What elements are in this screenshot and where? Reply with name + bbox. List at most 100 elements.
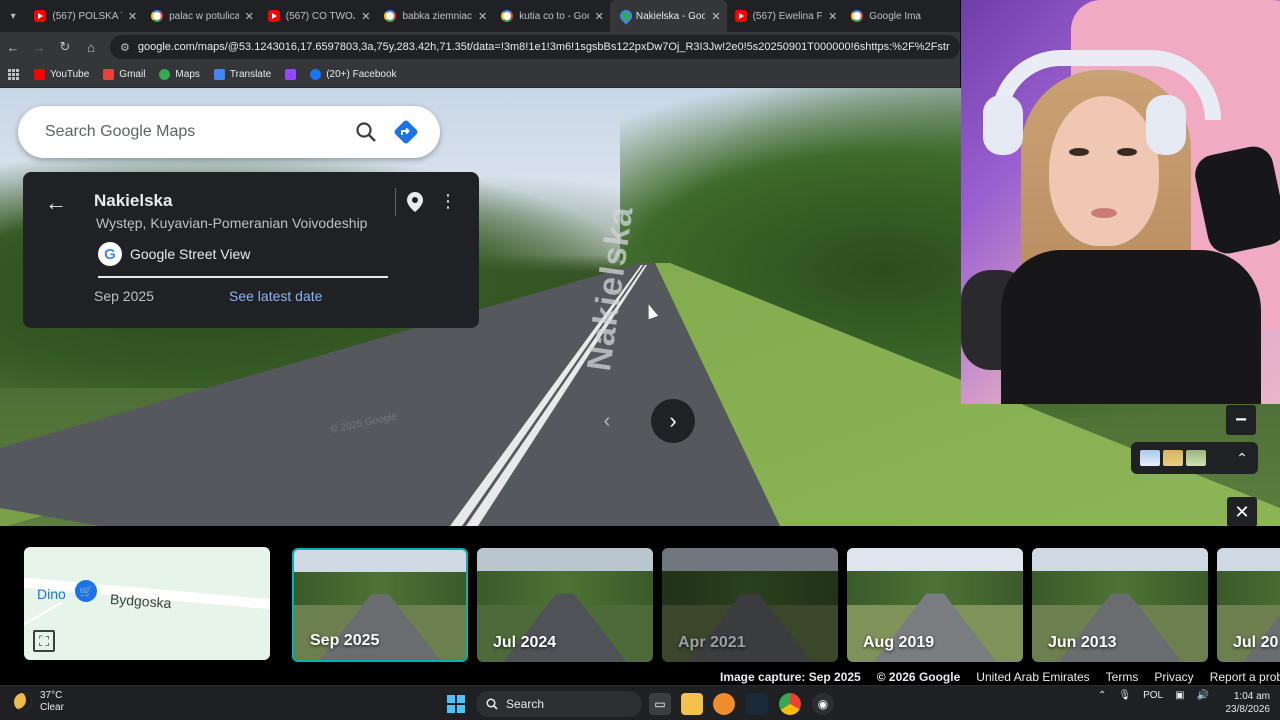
youtube-icon bbox=[34, 10, 47, 22]
forward-arrow-icon[interactable]: → bbox=[26, 32, 52, 62]
weather-condition: Clear bbox=[40, 702, 64, 713]
brave-browser-icon[interactable] bbox=[713, 693, 735, 715]
browser-tab[interactable]: babka ziemniaczana ✕ bbox=[376, 0, 493, 32]
browser-tab[interactable]: (567) POLSKA TO ✕ bbox=[26, 0, 143, 32]
bookmark-youtube[interactable]: YouTube bbox=[34, 69, 89, 80]
task-view-icon[interactable]: ▭ bbox=[649, 693, 671, 715]
maps-search-box[interactable]: Search Google Maps bbox=[18, 106, 440, 158]
obs-icon[interactable]: ◉ bbox=[812, 693, 834, 715]
back-arrow-icon[interactable]: ← bbox=[45, 190, 67, 216]
file-explorer-icon[interactable] bbox=[681, 693, 703, 715]
chrome-icon[interactable] bbox=[779, 693, 801, 715]
weather-text: 37°C Clear bbox=[40, 690, 64, 714]
layer-thumb-satellite[interactable] bbox=[1186, 450, 1206, 466]
tab-label: babka ziemniaczana bbox=[402, 10, 472, 22]
search-icon[interactable] bbox=[346, 112, 386, 152]
twitch-icon bbox=[285, 69, 297, 80]
translate-icon bbox=[213, 69, 225, 80]
shopping-cart-icon[interactable]: 🛒 bbox=[75, 580, 97, 602]
thumb-date: Aug 2019 bbox=[863, 634, 935, 651]
close-icon[interactable]: ✕ bbox=[1227, 497, 1257, 527]
reload-icon[interactable]: ↻ bbox=[52, 32, 78, 62]
timeline-thumb[interactable]: Apr 2021 bbox=[662, 548, 838, 662]
poi-label[interactable]: Dino bbox=[37, 586, 66, 602]
close-icon[interactable]: ✕ bbox=[828, 10, 837, 23]
browser-tab[interactable]: (567) Ewelina Flin ✕ bbox=[727, 0, 844, 32]
bookmark-gmail[interactable]: Gmail bbox=[103, 69, 145, 80]
bookmark-translate[interactable]: Translate bbox=[213, 69, 271, 80]
map-pin-icon[interactable] bbox=[407, 192, 423, 212]
timeline-thumbnails: Sep 2025 Jul 2024 Apr 2021 Aug 2019 Jun … bbox=[292, 548, 1280, 662]
eye bbox=[1069, 148, 1089, 156]
bookmark-label: (20+) Facebook bbox=[326, 69, 397, 80]
address-bar[interactable]: ⚙ google.com/maps/@53.1243016,17.6597803… bbox=[110, 35, 960, 59]
more-vert-icon[interactable]: ⋮ bbox=[439, 192, 457, 210]
back-arrow-icon[interactable]: ← bbox=[0, 32, 26, 62]
volume-icon[interactable]: 🔊 bbox=[1197, 690, 1209, 701]
browser-tab[interactable]: (567) CO TWOJE ✕ bbox=[260, 0, 377, 32]
maps-footer: Image capture: Sep 2025 © 2026 Google Un… bbox=[720, 669, 1280, 685]
bookmark-facebook[interactable]: (20+) Facebook bbox=[310, 69, 397, 80]
browser-tab[interactable]: palac w potulicach ✕ bbox=[143, 0, 260, 32]
language-indicator[interactable]: POL bbox=[1143, 690, 1163, 701]
layer-thumb-sky[interactable] bbox=[1140, 450, 1160, 466]
zoom-out-button[interactable]: − bbox=[1226, 405, 1256, 435]
bookmark-twitch[interactable] bbox=[285, 69, 297, 80]
terms-link[interactable]: Terms bbox=[1106, 670, 1139, 684]
browser-tab-bar: ▾ (567) POLSKA TO ✕ palac w potulicach ✕… bbox=[0, 0, 960, 32]
bookmarks-bar: YouTube Gmail Maps Translate (20+) Faceb… bbox=[0, 62, 960, 88]
tab-label: Google Ima bbox=[869, 10, 921, 22]
report-problem-link[interactable]: Report a problem bbox=[1210, 670, 1280, 684]
close-icon[interactable]: ✕ bbox=[478, 10, 487, 23]
apps-grid-icon[interactable] bbox=[8, 68, 20, 81]
copyright: © 2026 Google bbox=[876, 670, 961, 684]
bookmark-maps[interactable]: Maps bbox=[159, 69, 200, 80]
directions-icon[interactable] bbox=[386, 112, 426, 152]
browser-toolbar: ← → ↻ ⌂ ⚙ google.com/maps/@53.1243016,17… bbox=[0, 32, 960, 62]
chevron-right-icon[interactable]: › bbox=[651, 399, 695, 443]
see-latest-date-link[interactable]: See latest date bbox=[229, 288, 322, 304]
home-icon[interactable]: ⌂ bbox=[78, 32, 104, 62]
taskbar-search[interactable]: Search bbox=[476, 691, 642, 717]
layer-thumb-terrain[interactable] bbox=[1163, 450, 1183, 466]
close-icon[interactable]: ✕ bbox=[128, 10, 137, 23]
close-icon[interactable]: ✕ bbox=[711, 10, 720, 23]
privacy-link[interactable]: Privacy bbox=[1154, 670, 1193, 684]
site-settings-icon[interactable]: ⚙ bbox=[120, 41, 130, 54]
tab-label: (567) POLSKA TO bbox=[52, 10, 121, 22]
timeline-thumb-selected[interactable]: Sep 2025 bbox=[292, 548, 468, 662]
browser-tab[interactable]: Google Ima bbox=[843, 0, 960, 32]
windows-start-icon[interactable] bbox=[447, 695, 465, 713]
source-label: Google Street View bbox=[130, 246, 251, 262]
close-icon[interactable]: ✕ bbox=[595, 10, 604, 23]
chevron-left-icon[interactable]: ‹ bbox=[590, 404, 624, 438]
steam-icon[interactable] bbox=[746, 693, 768, 715]
timeline-thumb[interactable]: Jul 20 bbox=[1217, 548, 1280, 662]
system-clock[interactable]: 1:04 am 23/8/2026 bbox=[1222, 690, 1271, 716]
streamer-body bbox=[1001, 250, 1261, 404]
weather-widget[interactable]: 37°C Clear bbox=[14, 690, 64, 714]
tab-search-icon[interactable]: ▾ bbox=[0, 0, 26, 32]
timeline-thumb[interactable]: Aug 2019 bbox=[847, 548, 1023, 662]
lips bbox=[1091, 208, 1117, 218]
region-link[interactable]: United Arab Emirates bbox=[976, 670, 1089, 684]
chevron-double-up-icon[interactable]: ⌃ bbox=[1226, 450, 1258, 467]
mini-map[interactable]: Dino 🛒 Bydgoska ⛶ bbox=[24, 547, 270, 660]
clock-date: 23/8/2026 bbox=[1225, 704, 1271, 715]
timeline-thumb[interactable]: Jul 2024 bbox=[477, 548, 653, 662]
expand-icon[interactable]: ⛶ bbox=[33, 630, 55, 652]
microphone-icon[interactable]: 🎙 bbox=[1118, 690, 1131, 701]
network-icon[interactable]: ▣ bbox=[1175, 690, 1184, 701]
chevron-up-icon[interactable]: ⌃ bbox=[1098, 690, 1106, 701]
capture-date: Sep 2025 bbox=[94, 288, 154, 304]
google-icon bbox=[851, 10, 864, 22]
close-icon[interactable]: ✕ bbox=[361, 10, 370, 23]
timeline-thumb[interactable]: Jun 2013 bbox=[1032, 548, 1208, 662]
headphone-cup bbox=[983, 95, 1023, 155]
browser-tab-active[interactable]: Nakielska - Google ✕ bbox=[609, 0, 727, 32]
browser-tab[interactable]: kutia co to - Google ✕ bbox=[493, 0, 610, 32]
search-input[interactable]: Search Google Maps bbox=[45, 123, 346, 141]
bookmark-label: YouTube bbox=[50, 69, 90, 80]
layers-control[interactable]: ⌃ bbox=[1131, 442, 1258, 474]
close-icon[interactable]: ✕ bbox=[245, 10, 254, 23]
